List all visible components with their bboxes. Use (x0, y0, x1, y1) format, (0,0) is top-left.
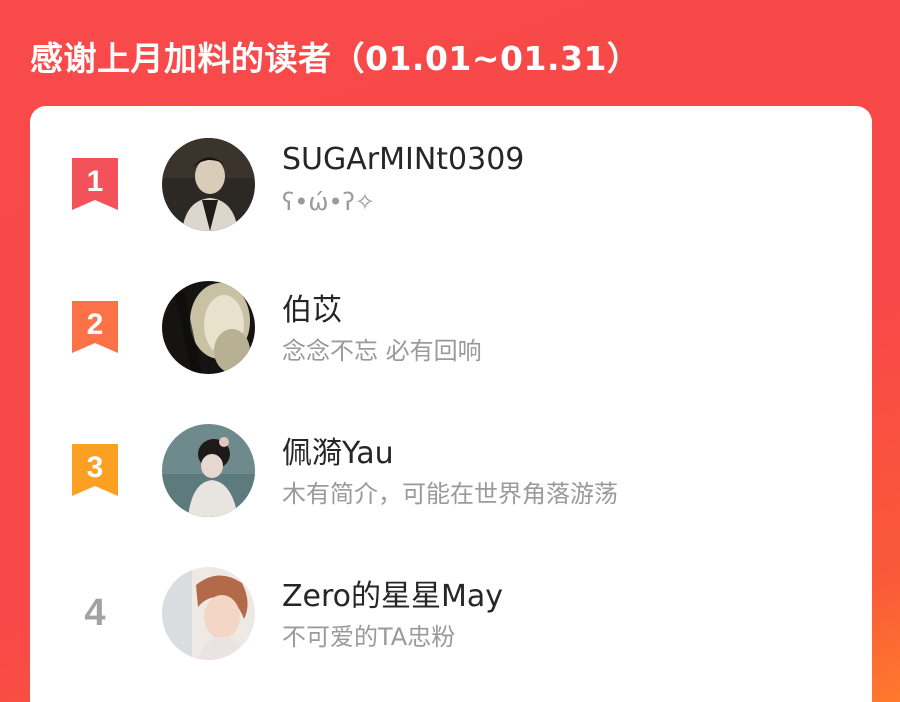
rank-number: 3 (87, 451, 104, 484)
reader-bio: ʕ•ώ•ʔ✧ (282, 188, 376, 216)
reader-ranking-card: 1 SUGArMINt0309 ʕ•ώ•ʔ✧ 2 伯苡 念念不忘 必有回响 3 … (30, 106, 872, 702)
reader-row-1[interactable]: 1 SUGArMINt0309 ʕ•ώ•ʔ✧ (30, 106, 872, 246)
reader-name: Zero的星星May (282, 579, 504, 614)
page-background: { "header": { "title": "感谢上月加料的读者（01.01~… (0, 0, 900, 702)
rank-ribbon-icon: 2 (70, 301, 120, 353)
reader-bio: 念念不忘 必有回响 (282, 337, 482, 365)
rank-number: 1 (87, 165, 104, 198)
reader-row-2[interactable]: 2 伯苡 念念不忘 必有回响 (30, 249, 872, 389)
reader-row-3[interactable]: 3 佩漪Yau 木有简介，可能在世界角落游荡 (30, 392, 872, 532)
avatar[interactable] (162, 281, 255, 374)
avatar[interactable] (162, 138, 255, 231)
reader-row-4[interactable]: 4 Zero的星星May 不可爱的TA忠粉 (30, 535, 872, 675)
reader-name: 伯苡 (282, 293, 342, 328)
reader-name: 佩漪Yau (282, 436, 394, 471)
rank-number: 2 (87, 308, 104, 341)
rank-ribbon-icon: 1 (70, 158, 120, 210)
rank-ribbon-icon: 3 (70, 444, 120, 496)
rank-number: 4 (84, 592, 106, 634)
avatar[interactable] (162, 567, 255, 660)
reader-bio: 不可爱的TA忠粉 (282, 623, 456, 651)
page-title: 感谢上月加料的读者（01.01~01.31） (30, 39, 641, 78)
avatar[interactable] (162, 424, 255, 517)
reader-bio: 木有简介，可能在世界角落游荡 (282, 480, 618, 508)
reader-name: SUGArMINt0309 (282, 142, 525, 177)
